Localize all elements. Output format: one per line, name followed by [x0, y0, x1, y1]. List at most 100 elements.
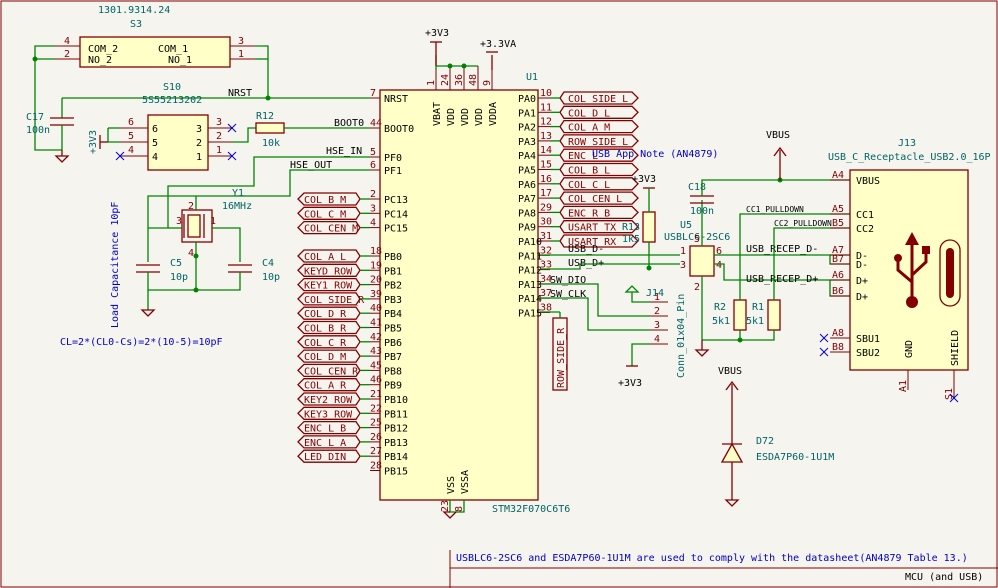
left-net-labels: COL_B_M COL_C_M COL_CEN_M COL_A_L KEYD_ROW KE…	[297, 192, 370, 463]
capacitor-c5[interactable]: C5 10p	[136, 258, 188, 283]
mcu-left-pin-name: PF1	[384, 166, 402, 177]
resistor-r13[interactable]: R13 1k5	[622, 211, 656, 245]
crystal-y1[interactable]: Y1 16MHz 3 1 2 4	[176, 188, 252, 259]
net-label-text: ENC_R_B	[568, 208, 610, 219]
mcu-left-pin-num: 26	[370, 432, 382, 443]
mcu-left-pin-name: BOOT0	[384, 124, 414, 135]
net-label-text: COL_C_M	[304, 209, 346, 220]
mcu-right-pin-name: PA9	[518, 223, 536, 234]
mcu-left-pin-num: 46	[370, 375, 382, 386]
u5-pin1: 1	[680, 246, 686, 257]
row-side-r-label: ROW_SIDE_R	[556, 327, 567, 388]
mcu-left-pin-num: 28	[370, 461, 382, 472]
j13-a1: A1	[898, 380, 909, 392]
resistor-r12[interactable]: R12 10k	[255, 111, 285, 149]
s10-num3: 3	[216, 117, 222, 128]
usb-c-receptacle-j13[interactable]: J13 USB_C_Receptacle_USB2.0_16P	[828, 138, 991, 371]
mcu-top-pin-name: VDD	[460, 108, 471, 126]
r1-ref: R1	[752, 302, 764, 313]
mcu-left-pin-num: 45	[370, 360, 382, 371]
mcu-left-pin-name: PB2	[384, 281, 402, 292]
mcu-right-pin-name: PA14	[518, 294, 542, 305]
net-label-text: COL_C_R	[304, 338, 347, 349]
mcu-bot-pin-name: VSS	[446, 476, 457, 494]
net-label-text: COL_C_L	[568, 180, 610, 191]
mcu-right-pin-name: PA11	[518, 251, 542, 262]
mcu-left-pin-num: 21	[370, 389, 382, 400]
gnd-d72	[724, 478, 740, 507]
s3-com2: COM_2	[88, 44, 118, 55]
j13-pin-num: A4	[832, 170, 844, 181]
mcu-right-pin-name: PA5	[518, 166, 536, 177]
u5-ref: U5	[680, 220, 692, 231]
cl-formula: CL=2*(CL0-Cs)=2*(10-5)=10pF	[60, 337, 223, 348]
mcu-right-pin-name: PA13	[518, 280, 542, 291]
j13-pin-name: SBU2	[856, 348, 880, 359]
net-label-text: KEYD_ROW	[304, 266, 353, 277]
s3-pin1: 1	[238, 49, 244, 60]
mcu-left-pin-name: PB13	[384, 438, 408, 449]
mcu-left-pin-num: 41	[370, 318, 382, 329]
net-label-text: COL_B_M	[304, 195, 346, 206]
s3-no1: NO_1	[168, 55, 192, 66]
net-label-text: COL_D_L	[568, 108, 610, 119]
mcu-right-pin-name: PA7	[518, 194, 536, 205]
mcu-left-pin-num: 5	[370, 147, 376, 158]
d72-ref: D72	[756, 436, 774, 447]
j14-pin2: 2	[654, 306, 660, 317]
resistor-r1[interactable]: R1 5k1	[746, 299, 781, 331]
resistor-r2[interactable]: R2 5k1	[712, 299, 747, 331]
j13-pin-num: B5	[832, 218, 844, 229]
r2-value: 5k1	[712, 316, 730, 327]
gnd-c17	[54, 150, 70, 163]
mcu-bot-pin-name: VSSA	[460, 470, 471, 494]
mcu-left-pin-name: NRST	[384, 94, 408, 105]
j13-gnd-label: GND	[904, 340, 915, 358]
s3-pin4: 4	[64, 36, 70, 47]
capacitor-c18[interactable]: C18 100n	[688, 182, 714, 217]
c5-value: 10p	[170, 272, 188, 283]
net-label-text: ROW_SIDE_L	[568, 137, 628, 148]
y1-pin1: 1	[210, 216, 216, 227]
net-label-text: LED_DIN	[304, 452, 346, 463]
power-3v3-mcu: +3V3	[425, 28, 449, 39]
j13-pin-name: CC1	[856, 210, 874, 221]
net-label-text: COL_B_R	[304, 324, 347, 335]
net-label-text: COL_SIDE_R	[304, 295, 365, 306]
j14-pin1: 1	[654, 292, 660, 303]
u5-pin5: 5	[694, 234, 700, 245]
mcu-left-pin-num: 27	[370, 446, 382, 457]
power-3v3-j14: +3V3	[618, 378, 642, 389]
net-label-text: COL_B_L	[568, 166, 610, 177]
net-cc2-pulldown: CC2_PULLDOWN	[774, 219, 832, 228]
j13-pin-name: VBUS	[856, 176, 880, 187]
j13-pin-num: B6	[832, 286, 844, 297]
mcu-left-pin-num: 3	[370, 203, 376, 214]
j13-value: USB_C_Receptacle_USB2.0_16P	[828, 152, 991, 163]
mcu-left-pin-name: PB1	[384, 266, 402, 277]
footer-note: USBLC6-2SC6 and ESDA7P60-1U1M are used t…	[456, 553, 968, 564]
j13-pin-num: A5	[832, 204, 844, 215]
mcu-top-pin-num: 24	[440, 74, 451, 86]
tvs-diode-d72[interactable]: D72 ESDA7P60-1U1M	[720, 430, 834, 478]
mcu-right-pin-name: PA12	[518, 266, 542, 277]
mcu-top-pin-num: 9	[482, 80, 493, 86]
top-label: 1301.9314.24	[98, 5, 170, 16]
esd-u5[interactable]: U5 USBLC6-2SC6 1 6 3 4 2 5	[664, 220, 730, 293]
switch-s3[interactable]: S3 COM_2 NO_2 COM_1 NO_1 4 2 3 1	[55, 19, 255, 68]
connector-j14[interactable]: J14 Conn_01x04_Pin 1 2 3 4	[646, 288, 687, 378]
net-label-text: COL_A_M	[568, 123, 610, 134]
capacitor-c4[interactable]: C4 10p	[228, 258, 280, 283]
mcu-left-pin-num: 39	[370, 289, 382, 300]
capacitor-c17[interactable]: C17 100n	[26, 98, 74, 150]
gnd-usb	[694, 340, 710, 357]
u1-value: STM32F070C6T6	[492, 504, 570, 515]
mcu-left-pin-num: 42	[370, 332, 382, 343]
mcu-left-pin-name: PB9	[384, 381, 402, 392]
mcu-left-pin-num: 22	[370, 403, 382, 414]
net-label-text: COL_D_R	[304, 309, 347, 320]
net-recep-dp: USB_RECEP_D+	[746, 274, 818, 285]
mcu-left-pin-num: 6	[370, 160, 376, 171]
mcu-left-pin-num: 44	[370, 118, 382, 129]
j13-shield-label: SHIELD	[950, 330, 961, 366]
